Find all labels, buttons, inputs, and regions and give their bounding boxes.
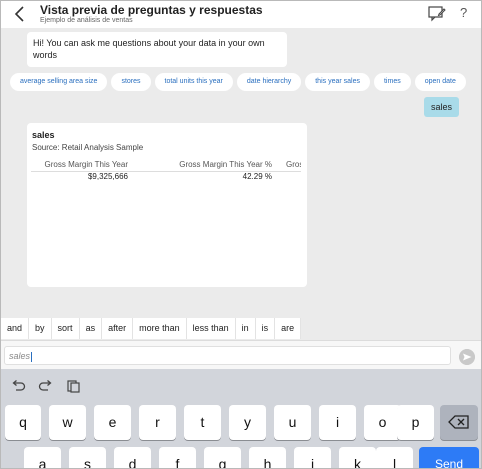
key-d[interactable]: d	[114, 447, 151, 468]
backspace-icon	[448, 415, 469, 429]
key-h[interactable]: h	[249, 447, 286, 468]
suggestion-chip[interactable]: average selling area size	[10, 73, 108, 91]
keyword-button[interactable]: and	[1, 318, 30, 339]
table-cell: 42.29 %	[242, 172, 272, 181]
result-table: Gross Margin This Year Gross Margin This…	[31, 160, 301, 182]
key-g[interactable]: g	[204, 447, 241, 468]
key-j[interactable]: j	[294, 447, 331, 468]
table-header: Gross Margin This Year Gross Margin This…	[31, 160, 301, 172]
suggestion-chips: average selling area size stores total uni…	[10, 73, 481, 91]
backspace-key[interactable]	[440, 405, 478, 440]
keyword-button[interactable]: less than	[186, 318, 236, 339]
clipboard-icon[interactable]	[66, 379, 82, 393]
column-header: Gross Margi	[286, 160, 301, 169]
key-i[interactable]: i	[319, 405, 356, 440]
keyword-button[interactable]: by	[29, 318, 52, 339]
result-title: sales	[32, 130, 55, 140]
qa-preview-window: Vista previa de preguntas y respuestas E…	[0, 0, 482, 469]
keyword-button[interactable]: in	[235, 318, 256, 339]
keyword-button[interactable]: more than	[133, 318, 187, 339]
welcome-message: Hi! You can ask me questions about your …	[27, 32, 287, 67]
user-query-bubble: sales	[424, 97, 459, 117]
page-subtitle: Ejemplo de análisis de ventas	[40, 17, 133, 24]
keyword-button[interactable]: after	[102, 318, 134, 339]
table-row: $9,325,666 42.29 %	[31, 172, 301, 182]
key-f[interactable]: f	[159, 447, 196, 468]
text-caret	[31, 351, 33, 362]
undo-icon[interactable]	[10, 379, 26, 393]
key-u[interactable]: u	[274, 405, 311, 440]
question-input-bar: sales	[1, 340, 481, 369]
key-t[interactable]: t	[184, 405, 221, 440]
redo-icon[interactable]	[38, 379, 54, 393]
question-input-text: sales	[9, 351, 31, 361]
keyword-button[interactable]: sort	[51, 318, 80, 339]
key-y[interactable]: y	[229, 405, 266, 440]
column-header: Gross Margin This Year	[44, 160, 128, 169]
keyword-button[interactable]: as	[79, 318, 103, 339]
key-l[interactable]: l	[376, 447, 413, 468]
send-key[interactable]: Send	[419, 447, 479, 468]
suggestion-chip[interactable]: times	[373, 73, 411, 91]
key-p[interactable]: p	[397, 405, 434, 440]
key-k[interactable]: k	[339, 447, 376, 468]
keyword-button[interactable]: are	[275, 318, 302, 339]
page-title: Vista previa de preguntas y respuestas	[40, 3, 263, 17]
send-arrow-icon[interactable]	[459, 349, 475, 365]
header: Vista previa de preguntas y respuestas E…	[1, 1, 481, 28]
question-input[interactable]: sales	[4, 346, 451, 365]
suggestion-chip[interactable]: open date	[414, 73, 466, 91]
suggestion-chip[interactable]: date hierarchy	[236, 73, 302, 91]
onscreen-keyboard: q w e r t y u i o p a s d f g h j k l Se…	[1, 369, 481, 468]
suggestion-chip[interactable]: total units this year	[154, 73, 233, 91]
key-q[interactable]: q	[5, 405, 41, 440]
key-r[interactable]: r	[139, 405, 176, 440]
help-icon[interactable]: ?	[460, 5, 467, 20]
key-e[interactable]: e	[94, 405, 131, 440]
keyword-strip: and by sort as after more than less than in is ar…	[1, 318, 302, 339]
table-cell: $9,325,666	[87, 172, 128, 181]
key-s[interactable]: s	[69, 447, 106, 468]
key-w[interactable]: w	[49, 405, 86, 440]
suggestion-chip[interactable]: stores	[111, 73, 151, 91]
result-source: Source: Retail Analysis Sample	[32, 143, 144, 152]
result-card: sales Source: Retail Analysis Sample Gro…	[27, 123, 307, 404]
suggestion-chip[interactable]: this year sales	[305, 73, 370, 91]
keyword-button[interactable]: is	[255, 318, 276, 339]
column-header: Gross Margin This Year %	[179, 160, 272, 169]
back-arrow-icon[interactable]	[13, 6, 27, 22]
key-o[interactable]: o	[364, 405, 401, 440]
key-a[interactable]: a	[24, 447, 61, 468]
feedback-icon[interactable]	[428, 6, 446, 22]
